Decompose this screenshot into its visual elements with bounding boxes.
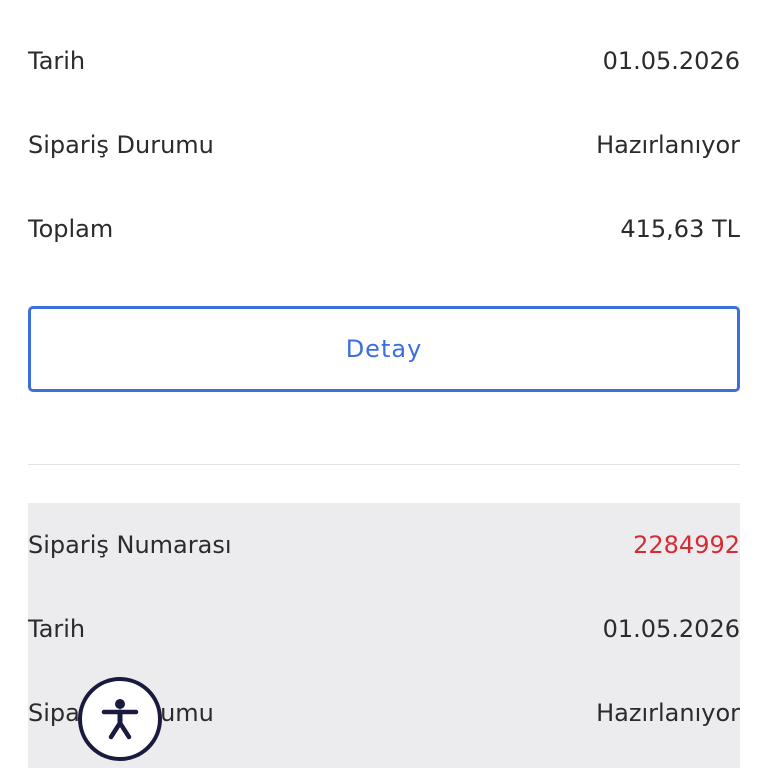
order-number-value: 2284992: [633, 531, 740, 559]
date-value: 01.05.2026: [602, 47, 740, 75]
order-status-row: Sipariş Durumu Hazırlanıyor: [28, 125, 740, 165]
total-label: Toplam: [28, 215, 114, 243]
status-label: Sipariş Durumu: [28, 131, 214, 159]
date-label: Tarih: [28, 615, 86, 643]
accessibility-button[interactable]: [78, 677, 162, 761]
date-label: Tarih: [28, 47, 86, 75]
order-divider: [28, 464, 740, 465]
order-number-label: Sipariş Numarası: [28, 531, 232, 559]
order-date-row: Tarih 01.05.2026: [28, 609, 740, 649]
order-list-page: Tarih 01.05.2026 Sipariş Durumu Hazırlan…: [0, 0, 768, 768]
order-date-row: Tarih 01.05.2026: [28, 41, 740, 81]
status-value: Hazırlanıyor: [596, 131, 740, 159]
status-value: Hazırlanıyor: [596, 699, 740, 727]
order-total-row: Toplam 415,63 TL: [28, 209, 740, 249]
total-value: 415,63 TL: [620, 215, 740, 243]
order-number-row: Sipariş Numarası 2284992: [28, 525, 740, 565]
accessibility-icon: [101, 699, 139, 740]
date-value: 01.05.2026: [602, 615, 740, 643]
detail-button[interactable]: Detay: [28, 306, 740, 392]
